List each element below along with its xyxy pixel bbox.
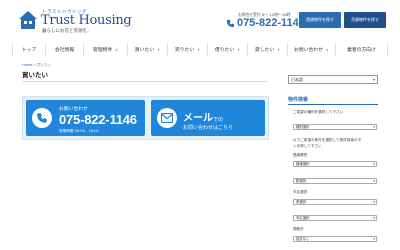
nav-label: 業者の方向け — [347, 48, 376, 53]
nav-item-contact[interactable]: お問い合わせ ∨ — [288, 43, 336, 56]
chevron-down-icon: ▾ — [373, 200, 375, 204]
breadcrumb-home[interactable]: Home — [22, 63, 33, 67]
page-title: 買いたい — [22, 71, 48, 79]
nav-label: トップ — [21, 48, 37, 53]
site-header: トラストハウジング Trust Housing 暮らしにお花と笑顔を。 お問合せ… — [0, 0, 400, 40]
logo-name: Trust Housing — [41, 13, 132, 28]
phone-contact-number: 075-822-1146 — [59, 112, 137, 127]
chevron-down-icon: ∨ — [115, 47, 119, 52]
type-instruction: ご希望の種別を選択して下さい — [293, 110, 344, 114]
nav-item-buy[interactable]: 買いたい ∨ — [128, 43, 168, 56]
prefecture-select[interactable]: 県選択 ▾ — [293, 199, 377, 205]
route-select[interactable]: 路線選択 ▾ — [293, 161, 377, 167]
ward-select[interactable]: 市区選択 ▾ — [293, 215, 377, 221]
language-select[interactable]: 日本語 ▾ — [288, 75, 378, 84]
phone-contact-hours: 営業時間 09:00 - 18:00 — [59, 129, 99, 133]
property-search-divider — [288, 104, 378, 105]
property-search-title: 物件検索 — [288, 97, 309, 103]
mail-contact-button[interactable]: メールでの お問い合わせはこちら — [151, 100, 265, 136]
chevron-down-icon: ∨ — [197, 47, 201, 52]
mail-circle — [157, 108, 177, 128]
nav-label: 管理物件 — [92, 48, 113, 53]
nav-item-sell[interactable]: 売りたい ∨ — [168, 43, 208, 56]
nav-label: 貸したい — [254, 48, 275, 53]
mail-contact-particle: での — [213, 117, 224, 123]
chevron-down-icon: ▾ — [372, 77, 375, 82]
phone-circle — [32, 108, 52, 128]
ward-select-value: 市区選択 — [296, 216, 310, 220]
mail-contact-word: メール — [183, 113, 213, 124]
floorplan-select[interactable]: 指定なし ▾ — [293, 236, 377, 242]
breadcrumb-current: 買いたい — [37, 63, 52, 67]
chevron-down-icon: ∨ — [157, 47, 161, 52]
chevron-down-icon: ▾ — [373, 179, 375, 183]
mail-icon — [161, 113, 173, 123]
chevron-down-icon: ∨ — [237, 47, 241, 52]
nav-label: お問い合わせ — [294, 48, 323, 53]
header-phone-number: 075-822-1146 — [237, 17, 305, 29]
phone-contact-button[interactable]: お問い合わせ 075-822-1146 営業時間 09:00 - 18:00 — [26, 100, 145, 136]
chevron-down-icon: ▾ — [373, 125, 375, 129]
nav-item-rent[interactable]: 借りたい ∨ — [208, 43, 248, 56]
search-instruction-2: ンを押して下さい — [293, 144, 322, 148]
sale-search-button[interactable]: 売買物件を探す — [344, 12, 386, 28]
station-select[interactable]: 駅選択 ▾ — [293, 178, 377, 184]
floorplan-select-value: 指定なし — [296, 237, 310, 241]
site-logo[interactable]: トラストハウジング Trust Housing 暮らしにお花と笑顔を。 — [18, 8, 132, 36]
contact-banner: お問い合わせ 075-822-1146 営業時間 09:00 - 18:00 メ… — [22, 96, 269, 140]
phone-icon — [37, 113, 47, 123]
route-label: 路線選択 — [293, 153, 308, 157]
nav-label: 買いたい — [134, 48, 155, 53]
prefecture-select-value: 県選択 — [296, 200, 307, 204]
language-value: 日本語 — [291, 77, 303, 82]
chevron-down-icon: ▾ — [373, 216, 375, 220]
nav-item-company[interactable]: 会社情報 — [46, 43, 84, 56]
city-label: 市区選択 — [293, 190, 308, 194]
nav-label: 売りたい — [174, 48, 195, 53]
nav-label: 借りたい — [214, 48, 235, 53]
type-select-value: 種別選択 — [296, 125, 310, 129]
mail-contact-title: メールでの — [183, 109, 223, 124]
rental-search-button[interactable]: 賃貸物件を探す — [299, 12, 341, 28]
nav-label: 会社情報 — [54, 48, 75, 53]
chevron-down-icon: ▾ — [373, 162, 375, 166]
title-divider — [22, 81, 268, 82]
house-logo-icon — [19, 11, 37, 29]
nav-item-managed[interactable]: 管理物件 ∨ — [84, 43, 128, 56]
chevron-down-icon: ▾ — [373, 237, 375, 241]
nav-item-business[interactable]: 業者の方向け — [336, 43, 388, 56]
mail-contact-subtitle: お問い合わせはこちら — [183, 125, 234, 131]
nav-item-top[interactable]: トップ — [12, 43, 46, 56]
type-select[interactable]: 種別選択 ▾ — [293, 124, 377, 130]
station-select-value: 駅選択 — [296, 179, 307, 183]
header-phone[interactable]: 075-822-1146 — [226, 17, 305, 29]
route-select-value: 路線選択 — [296, 162, 310, 166]
chevron-down-icon: ∨ — [325, 47, 329, 52]
search-instruction-1: 以下ご希望の条件を選択して物件検索ボタ — [293, 138, 362, 142]
logo-tagline: 暮らしにお花と笑顔を。 — [42, 29, 92, 34]
floorplan-label: 間取分 — [293, 227, 304, 231]
chevron-down-icon: ∨ — [277, 47, 281, 52]
nav-item-lease[interactable]: 貸したい ∨ — [248, 43, 288, 56]
main-nav: トップ 会社情報 管理物件 ∨ 買いたい ∨ 売りたい ∨ 借りたい ∨ 貸したい ∨ お… — [12, 43, 388, 56]
breadcrumb: Home » 買いたい — [22, 63, 51, 68]
phone-contact-label: お問い合わせ — [59, 107, 88, 112]
phone-icon — [226, 19, 235, 27]
